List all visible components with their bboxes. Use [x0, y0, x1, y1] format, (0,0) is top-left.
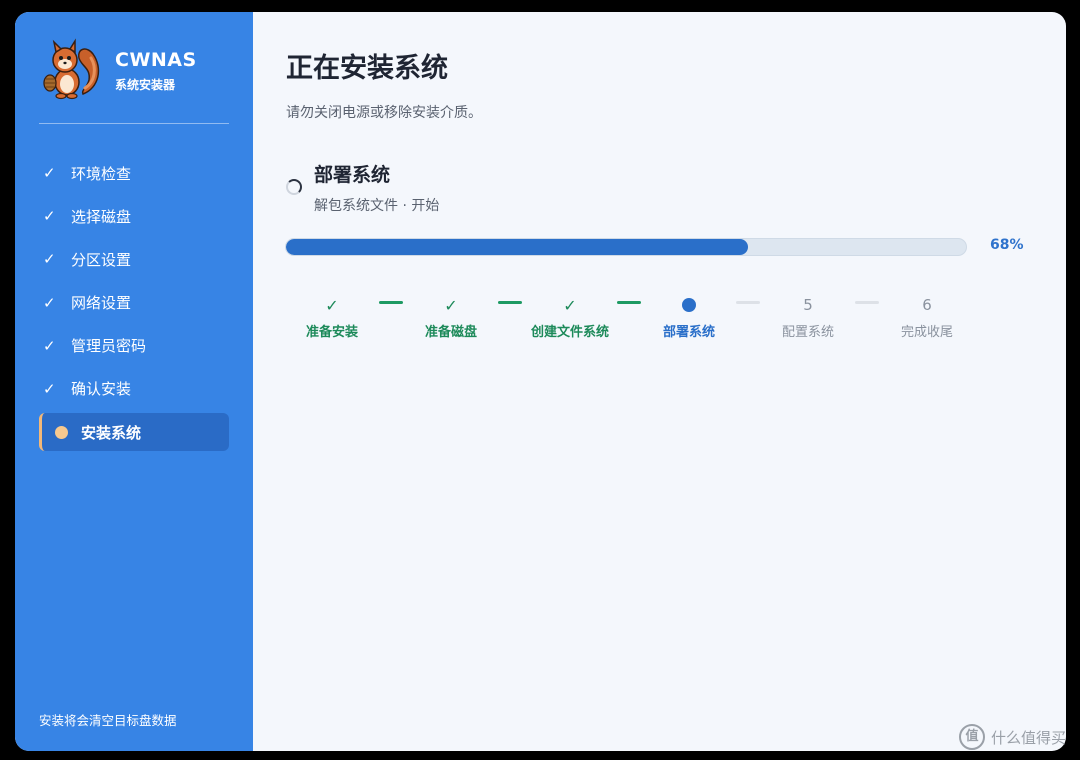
timeline-label: 完成收尾 [900, 325, 953, 340]
sidebar-divider [39, 123, 229, 124]
timeline-label: 配置系统 [781, 325, 834, 340]
page-title: 正在安装系统 [286, 53, 448, 84]
sidebar-item-confirm[interactable]: ✓ 确认安装 [39, 370, 229, 408]
sidebar-item-label: 选择磁盘 [71, 207, 132, 226]
squirrel-logo-icon [43, 38, 100, 100]
timeline-label: 创建文件系统 [530, 325, 609, 340]
check-icon: ✓ [325, 295, 339, 315]
loading-spinner-icon [286, 179, 302, 195]
check-icon: ✓ [43, 207, 56, 226]
sidebar-item-label: 环境检查 [71, 164, 132, 183]
timeline-step-finish: 6 完成收尾 [872, 295, 982, 340]
active-dot-icon [55, 425, 68, 439]
sidebar-item-select-disk[interactable]: ✓ 选择磁盘 [39, 197, 229, 235]
brand: CWNAS 系统安装器 [39, 38, 197, 102]
phase-detail: 解包系统文件 · 开始 [314, 198, 440, 214]
sidebar: CWNAS 系统安装器 ✓ 环境检查 ✓ 选择磁盘 ✓ 分区设置 ✓ 网络设置 [15, 12, 253, 751]
sidebar-item-label: 安装系统 [81, 423, 142, 442]
timeline-step-filesystem: ✓ 创建文件系统 [515, 295, 625, 341]
sidebar-item-label: 分区设置 [71, 250, 132, 269]
installer-window: CWNAS 系统安装器 ✓ 环境检查 ✓ 选择磁盘 ✓ 分区设置 ✓ 网络设置 [15, 12, 1066, 751]
step-number: 6 [922, 296, 932, 314]
timeline-step-deploy: 部署系统 [634, 295, 744, 340]
current-step-dot-icon [682, 298, 696, 312]
check-icon: ✓ [43, 293, 56, 312]
sidebar-item-network[interactable]: ✓ 网络设置 [39, 284, 229, 322]
check-icon: ✓ [43, 164, 56, 182]
sidebar-item-label: 网络设置 [71, 294, 132, 313]
sidebar-item-admin-password[interactable]: ✓ 管理员密码 [39, 327, 229, 365]
timeline-step-configure: 5 配置系统 [753, 295, 863, 340]
warning-note: 安装将会清空目标盘数据 [39, 713, 177, 728]
check-icon: ✓ [444, 295, 458, 315]
sidebar-item-label: 管理员密码 [71, 337, 147, 356]
phase-title: 部署系统 [314, 164, 391, 186]
sidebar-item-label: 确认安装 [71, 380, 132, 399]
timeline-step-disk: ✓ 准备磁盘 [396, 295, 506, 341]
timeline-label: 部署系统 [662, 325, 715, 340]
progress-percent: 68% [990, 237, 1024, 253]
sidebar-item-install[interactable]: 安装系统 [39, 413, 229, 452]
progress-bar-fill [286, 239, 749, 255]
timeline-label: 准备安装 [305, 325, 358, 340]
check-icon: ✓ [43, 250, 56, 269]
brand-name: CWNAS [115, 48, 197, 71]
progress-bar [285, 238, 967, 256]
main-panel: 正在安装系统 请勿关闭电源或移除安装介质。 部署系统 解包系统文件 · 开始 6… [253, 12, 1066, 751]
brand-subtitle: 系统安装器 [115, 77, 176, 92]
watermark-logo-icon: 值 [958, 724, 985, 750]
check-icon: ✓ [563, 295, 577, 315]
check-icon: ✓ [43, 336, 56, 355]
sidebar-steps: ✓ 环境检查 ✓ 选择磁盘 ✓ 分区设置 ✓ 网络设置 ✓ 管理员密码 ✓ 确认… [39, 154, 229, 456]
check-icon: ✓ [43, 379, 56, 398]
timeline-label: 准备磁盘 [424, 325, 477, 340]
page-subtitle: 请勿关闭电源或移除安装介质。 [286, 105, 482, 121]
sidebar-item-partition[interactable]: ✓ 分区设置 [39, 240, 229, 278]
sidebar-item-env-check[interactable]: ✓ 环境检查 [39, 154, 229, 192]
watermark: 值 什么值得买 [958, 724, 1066, 750]
watermark-text: 什么值得买 [990, 728, 1066, 747]
timeline-step-prepare: ✓ 准备安装 [277, 295, 387, 341]
step-number: 5 [803, 296, 813, 314]
